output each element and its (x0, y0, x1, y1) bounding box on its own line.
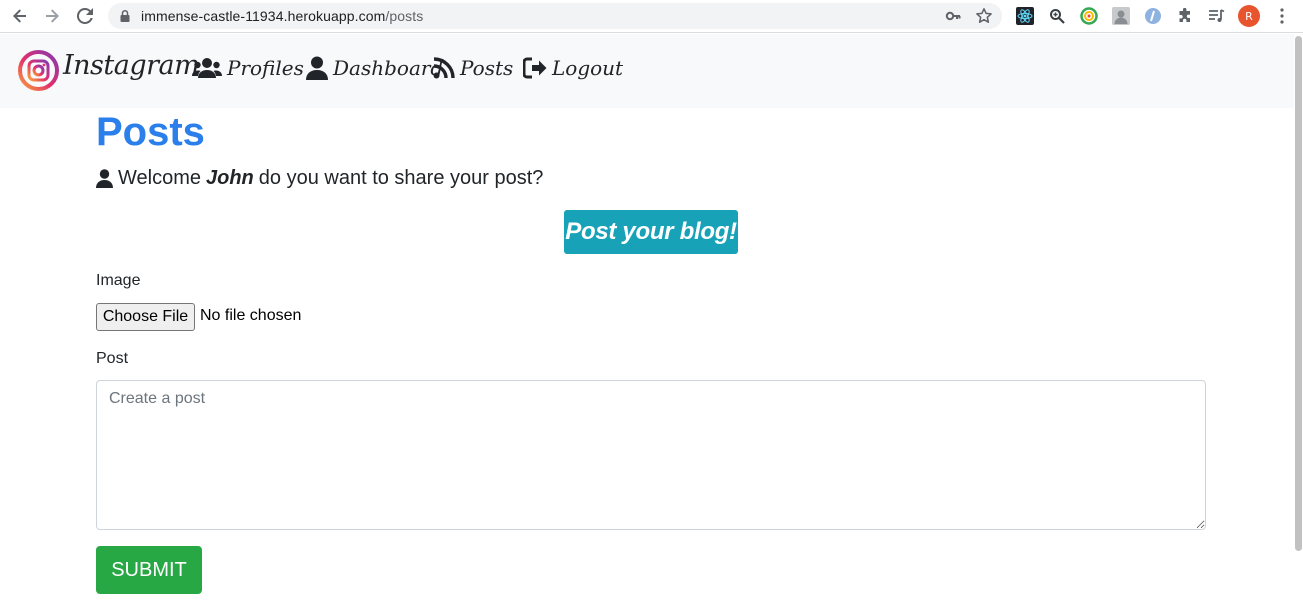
file-status-text: No file chosen (200, 307, 302, 324)
bookmark-star-icon[interactable] (975, 7, 993, 25)
nav-link-label: Dashboard (333, 56, 444, 80)
image-label: Image (96, 272, 141, 289)
nav-link-label: Logout (552, 56, 624, 80)
scrollbar-thumb[interactable] (1295, 36, 1302, 551)
address-bar[interactable]: immense-castle-11934.herokuapp.com/posts (108, 3, 1002, 29)
nav-link-label: Posts (460, 56, 514, 80)
post-textarea[interactable] (96, 380, 1206, 530)
page-scrollbar[interactable] (1294, 34, 1303, 603)
more-menu-icon[interactable] (1275, 6, 1289, 26)
nav-link-profiles[interactable]: Profiles (192, 56, 304, 80)
back-icon[interactable] (9, 5, 31, 27)
user-icon (96, 169, 113, 188)
page-title: Posts (96, 110, 205, 154)
profile-avatar[interactable]: R (1238, 5, 1260, 27)
welcome-message: Welcome John do you want to share your p… (96, 167, 543, 190)
welcome-suffix: do you want to share your post? (258, 167, 544, 189)
post-your-blog-button[interactable]: Post your blog! (564, 210, 738, 254)
site-navbar: Instagram Profiles Dashboard Posts Logou… (0, 34, 1294, 108)
rss-icon (433, 57, 455, 79)
nav-link-label: Profiles (227, 56, 304, 80)
welcome-prefix: Welcome (118, 167, 201, 189)
url-text: immense-castle-11934.herokuapp.com/posts (141, 8, 424, 24)
profile-extension-icon[interactable] (1111, 6, 1131, 26)
users-icon (192, 58, 222, 78)
zoom-icon[interactable] (1047, 6, 1067, 26)
submit-button[interactable]: SUBMIT (96, 546, 202, 594)
react-devtools-icon[interactable] (1015, 6, 1035, 26)
forward-icon[interactable] (41, 5, 63, 27)
browser-toolbar: immense-castle-11934.herokuapp.com/posts… (0, 0, 1303, 33)
nav-link-dashboard[interactable]: Dashboard (306, 56, 443, 80)
extensions-puzzle-icon[interactable] (1175, 6, 1195, 26)
post-label: Post (96, 350, 129, 367)
nav-link-logout[interactable]: Logout (523, 56, 623, 80)
media-control-icon[interactable] (1207, 6, 1227, 26)
instagram-logo-icon[interactable] (18, 50, 59, 91)
key-icon[interactable] (945, 8, 961, 24)
brand-name[interactable]: Instagram (63, 50, 200, 81)
reload-icon[interactable] (74, 5, 96, 27)
user-icon (306, 56, 328, 80)
welcome-user-name: John (206, 167, 254, 189)
sign-out-icon (523, 57, 547, 79)
nav-link-posts[interactable]: Posts (433, 56, 513, 80)
color-extension-icon[interactable] (1079, 6, 1099, 26)
lock-icon (120, 9, 130, 22)
extension-badge-icon[interactable] (1143, 6, 1163, 26)
choose-file-button[interactable]: Choose File (96, 303, 195, 331)
